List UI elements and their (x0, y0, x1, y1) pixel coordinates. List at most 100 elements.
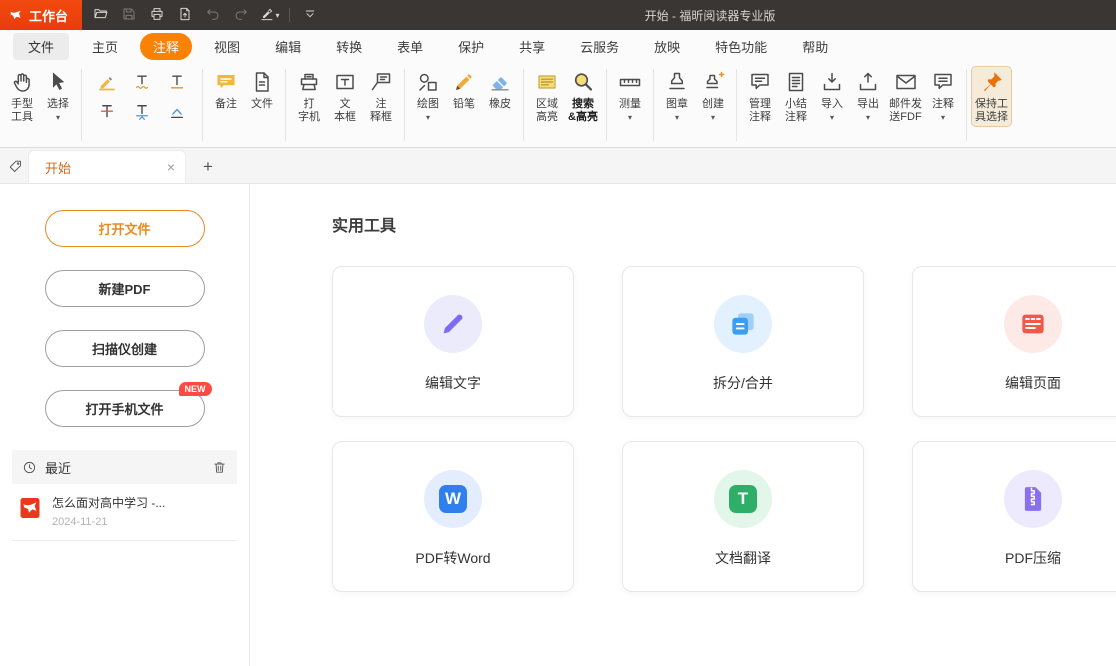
ribbon-tool-strikeout[interactable] (92, 101, 122, 126)
export-icon (856, 69, 880, 95)
measure-icon (618, 69, 642, 95)
ribbon-tool-file-attachment[interactable]: 文件 (244, 67, 280, 113)
ribbon-tool-select[interactable]: 选择▾ (40, 67, 76, 124)
redo-button[interactable] (228, 3, 254, 27)
ribbon-tool-import-data[interactable]: 导入▾ (814, 67, 850, 124)
ribbon-tool-label: 测量 (619, 98, 641, 111)
ribbon-tool-replace-text[interactable] (127, 101, 157, 126)
new-pdf-button[interactable]: 新建PDF (45, 270, 205, 307)
select-icon (46, 69, 70, 95)
card-edit-pages[interactable]: 编辑页面 (912, 266, 1116, 417)
clock-icon (22, 460, 37, 475)
card-icon-circle (714, 295, 772, 353)
ribbon-tool-keep-tool-selected[interactable]: 保持工 具选择 (972, 67, 1011, 126)
menu-tab-protect[interactable]: 保护 (445, 33, 497, 60)
menu-tab-edit[interactable]: 编辑 (262, 33, 314, 60)
dropdown-arrow-icon: ▾ (866, 114, 870, 122)
open-folder-icon (93, 6, 109, 25)
ribbon-tool-manage-comments[interactable]: 管理 注释 (742, 67, 778, 126)
sidebar-buttons: 打开文件新建PDF 扫描仪创建打开手机文件NEW (0, 210, 249, 427)
ribbon-tool-eraser[interactable]: 橡皮 (482, 67, 518, 113)
area-highlight-icon (535, 69, 559, 95)
print-button[interactable] (144, 3, 170, 27)
menu-tab-convert[interactable]: 转换 (323, 33, 375, 60)
ribbon-separator (736, 69, 737, 141)
card-edit-text[interactable]: 编辑文字 (332, 266, 574, 417)
ribbon-tool-label: 文 本框 (334, 98, 356, 124)
ribbon-separator (523, 69, 524, 141)
card-icon-circle: T (714, 470, 772, 528)
menu-tab-help[interactable]: 帮助 (789, 33, 841, 60)
tab-close-icon[interactable]: × (167, 160, 175, 174)
ribbon-tool-callout[interactable]: 注 释框 (363, 67, 399, 126)
trash-icon[interactable] (212, 460, 227, 475)
ribbon-tool-label: 图章 (666, 98, 688, 111)
ribbon-tool-hand-tool[interactable]: 手型 工具 (4, 67, 40, 126)
import-icon (820, 69, 844, 95)
ribbon-tool-label: 导入 (821, 98, 843, 111)
ribbon-tool-label: 绘图 (417, 98, 439, 111)
window-title: 开始 - 福昕阅读器专业版 (645, 7, 776, 24)
foxit-logo-icon (9, 8, 23, 22)
scanner-create-button[interactable]: 扫描仪创建 (45, 330, 205, 367)
titlebar-separator (289, 8, 290, 22)
open-file-button[interactable] (88, 3, 114, 27)
squiggly-icon (132, 72, 152, 95)
tab-start[interactable]: 开始 × (28, 150, 186, 183)
card-pdf-to-word[interactable]: WPDF转Word (332, 441, 574, 592)
ribbon-tool-label: 搜索 &高亮 (568, 98, 598, 124)
ribbon-tool-email-fdf[interactable]: 邮件发 送FDF (886, 67, 925, 126)
ribbon-tool-drawing[interactable]: 绘图▾ (410, 67, 446, 124)
workspace-button[interactable]: 工作台 (0, 0, 82, 30)
ribbon-tool-label: 管理 注释 (749, 98, 771, 124)
ribbon-tool-stamp[interactable]: 图章▾ (659, 67, 695, 124)
ribbon-tool-label: 打 字机 (298, 98, 320, 124)
ribbon-tool-underline[interactable] (162, 71, 192, 96)
recent-file-item[interactable]: 怎么面对高中学习 -... 2024-11-21 (12, 484, 237, 541)
ribbon-tool-summarize-comments[interactable]: 小结 注释 (778, 67, 814, 126)
hand-icon (10, 69, 34, 95)
ribbon-tool-export-data[interactable]: 导出▾ (850, 67, 886, 124)
pdf-file-icon (18, 495, 42, 521)
ribbon-tool-comment-list[interactable]: 注释▾ (925, 67, 961, 124)
menu-file-button[interactable]: 文件 (13, 33, 69, 60)
translate-letter-icon: T (729, 485, 757, 513)
card-pdf-compress[interactable]: PDF压缩 (912, 441, 1116, 592)
menu-tab-comment[interactable]: 注释 (140, 33, 192, 60)
card-translate[interactable]: T文档翻译 (622, 441, 864, 592)
open-file-button[interactable]: 打开文件 (45, 210, 205, 247)
ribbon-tool-squiggly-underline[interactable] (127, 71, 157, 96)
underline-icon (167, 72, 187, 95)
new-tab-button[interactable]: + (196, 155, 220, 179)
open-mobile-file-button[interactable]: 打开手机文件NEW (45, 390, 205, 427)
menu-tab-share[interactable]: 共享 (506, 33, 558, 60)
ribbon-tool-measure[interactable]: 测量▾ (612, 67, 648, 124)
tab-list-icon[interactable] (3, 151, 28, 181)
ribbon-tool-create-stamp[interactable]: 创建▾ (695, 67, 731, 124)
ribbon-tool-pencil[interactable]: 铅笔 (446, 67, 482, 113)
menu-tab-form[interactable]: 表单 (384, 33, 436, 60)
ribbon-tool-note[interactable]: 备注 (208, 67, 244, 113)
save-button[interactable] (116, 3, 142, 27)
ribbon-tool-typewriter[interactable]: 打 字机 (291, 67, 327, 126)
undo-button[interactable] (200, 3, 226, 27)
card-split-merge[interactable]: 拆分/合并 (622, 266, 864, 417)
customize-toolbar-button[interactable] (297, 3, 323, 27)
quick-tool-button[interactable]: ▾ (256, 3, 282, 27)
menu-tab-view[interactable]: 视图 (201, 33, 253, 60)
share-button[interactable] (172, 3, 198, 27)
new-badge: NEW (179, 382, 212, 396)
menu-tab-present[interactable]: 放映 (641, 33, 693, 60)
ribbon-tool-insert-text[interactable] (162, 101, 192, 126)
menu-tab-home[interactable]: 主页 (79, 33, 131, 60)
edit-pages-icon (1018, 309, 1048, 339)
menu-tab-features[interactable]: 特色功能 (702, 33, 780, 60)
ribbon-tool-area-highlight[interactable]: 区域 高亮 (529, 67, 565, 126)
menu-tab-cloud[interactable]: 云服务 (567, 33, 632, 60)
ribbon-tool-search-highlight[interactable]: 搜索 &高亮 (565, 67, 601, 126)
ribbon-tool-label: 保持工 具选择 (975, 98, 1008, 124)
ribbon-separator (285, 69, 286, 141)
ribbon-tool-highlight[interactable] (92, 71, 122, 96)
ribbon-tool-textbox[interactable]: 文 本框 (327, 67, 363, 126)
file-attach-icon (250, 69, 274, 95)
